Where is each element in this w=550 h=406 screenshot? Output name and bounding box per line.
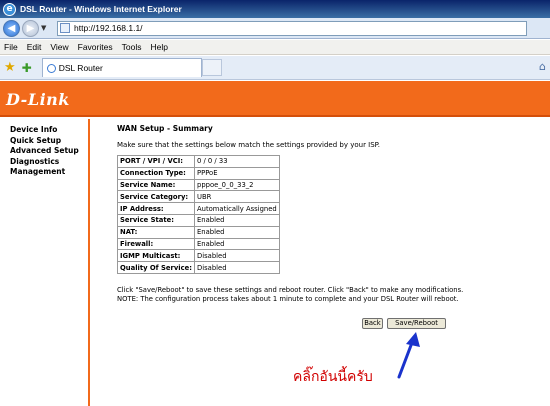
chevron-down-icon[interactable]: ▼ (41, 24, 51, 32)
back-button[interactable]: Back (362, 318, 383, 329)
home-icon[interactable]: ⌂ (539, 60, 546, 73)
menu-item-edit[interactable]: Edit (27, 42, 42, 52)
row-value: UBR (194, 190, 280, 204)
instructions-note: Click "Save/Reboot" to save these settin… (117, 286, 537, 303)
menu-bar: File Edit View Favorites Tools Help (0, 40, 550, 55)
row-key: Connection Type: (117, 166, 195, 180)
row-value: 0 / 0 / 33 (194, 155, 280, 168)
row-key: Firewall: (117, 237, 195, 251)
row-key: IP Address: (117, 202, 195, 215)
main-content: WAN Setup - Summary Make sure that the s… (117, 124, 537, 303)
row-value: PPPoE (194, 166, 280, 180)
menu-item-tools[interactable]: Tools (122, 42, 142, 52)
page-icon (60, 23, 70, 33)
table-row: Firewall: Enabled (117, 237, 280, 251)
row-value: Disabled (194, 261, 280, 274)
note-line-1: Click "Save/Reboot" to save these settin… (117, 285, 464, 294)
table-row: Service State: Enabled (117, 213, 280, 227)
address-input[interactable]: http://192.168.1.1/ (57, 20, 527, 36)
row-key: Quality Of Service: (117, 261, 195, 274)
menu-item-view[interactable]: View (50, 42, 68, 52)
row-key: Service Name: (117, 178, 195, 192)
nav-device-info[interactable]: Device Info (10, 125, 79, 136)
intro-text: Make sure that the settings below match … (117, 141, 381, 149)
note-line-2: NOTE: The configuration process takes ab… (117, 294, 459, 303)
annotation-text: คลิ๊กอันนี้ครับ (293, 369, 373, 385)
menu-item-help[interactable]: Help (150, 42, 167, 52)
nav-management[interactable]: Management (10, 167, 79, 178)
side-menu: Device Info Quick Setup Advanced Setup D… (10, 125, 79, 178)
page-icon (46, 63, 56, 73)
nav-advanced-setup[interactable]: Advanced Setup (10, 146, 79, 157)
dlink-logo: D-Link (6, 90, 70, 109)
window-title: DSL Router - Windows Internet Explorer (20, 4, 182, 14)
table-row: NAT: Enabled (117, 225, 280, 239)
tab-dsl-router[interactable]: DSL Router (41, 58, 202, 77)
brand-header: D-Link (0, 81, 550, 117)
table-row: IGMP Multicast: Disabled (117, 249, 280, 263)
nav-divider (88, 119, 90, 406)
nav-quick-setup[interactable]: Quick Setup (10, 136, 79, 147)
row-value: Disabled (194, 249, 280, 263)
row-value: Enabled (194, 213, 280, 227)
tab-bar: ★ ✚ DSL Router ⌂ (0, 56, 550, 80)
ie-icon: e (3, 2, 16, 16)
window-title-bar: e DSL Router - Windows Internet Explorer (0, 0, 550, 18)
row-value: pppoe_0_0_33_2 (194, 178, 280, 192)
row-value: Enabled (194, 237, 280, 251)
annotation-arrow-icon (397, 332, 420, 379)
favorites-star-icon[interactable]: ★ (4, 60, 16, 75)
router-page: D-Link Device Info Quick Setup Advanced … (0, 81, 550, 406)
row-key: IGMP Multicast: (117, 249, 195, 263)
table-row: Connection Type: PPPoE (117, 166, 280, 180)
new-tab-button[interactable] (201, 59, 222, 76)
row-value: Automatically Assigned (194, 202, 280, 215)
address-url: http://192.168.1.1/ (74, 23, 143, 33)
table-row: PORT / VPI / VCI: 0 / 0 / 33 (117, 155, 280, 168)
row-key: Service State: (117, 213, 195, 227)
menu-item-favorites[interactable]: Favorites (78, 42, 113, 52)
row-key: NAT: (117, 225, 195, 239)
address-toolbar: ◀ ▶ ▼ http://192.168.1.1/ (0, 18, 550, 39)
menu-item-file[interactable]: File (4, 42, 18, 52)
table-row: Service Category: UBR (117, 190, 280, 204)
table-row: Service Name: pppoe_0_0_33_2 (117, 178, 280, 192)
row-key: Service Category: (117, 190, 195, 204)
nav-diagnostics[interactable]: Diagnostics (10, 157, 79, 168)
page-title: WAN Setup - Summary (117, 124, 213, 133)
back-arrow-icon[interactable]: ◀ (3, 19, 20, 37)
tab-label: DSL Router (58, 63, 103, 73)
forward-arrow-icon[interactable]: ▶ (22, 19, 39, 37)
table-row: Quality Of Service: Disabled (117, 261, 280, 274)
table-row: IP Address: Automatically Assigned (117, 202, 280, 215)
add-favorite-icon[interactable]: ✚ (22, 61, 32, 75)
summary-table: PORT / VPI / VCI: 0 / 0 / 33 Connection T… (117, 155, 280, 274)
row-value: Enabled (194, 225, 280, 239)
row-key: PORT / VPI / VCI: (117, 155, 195, 168)
save-reboot-button[interactable]: Save/Reboot (387, 318, 446, 329)
